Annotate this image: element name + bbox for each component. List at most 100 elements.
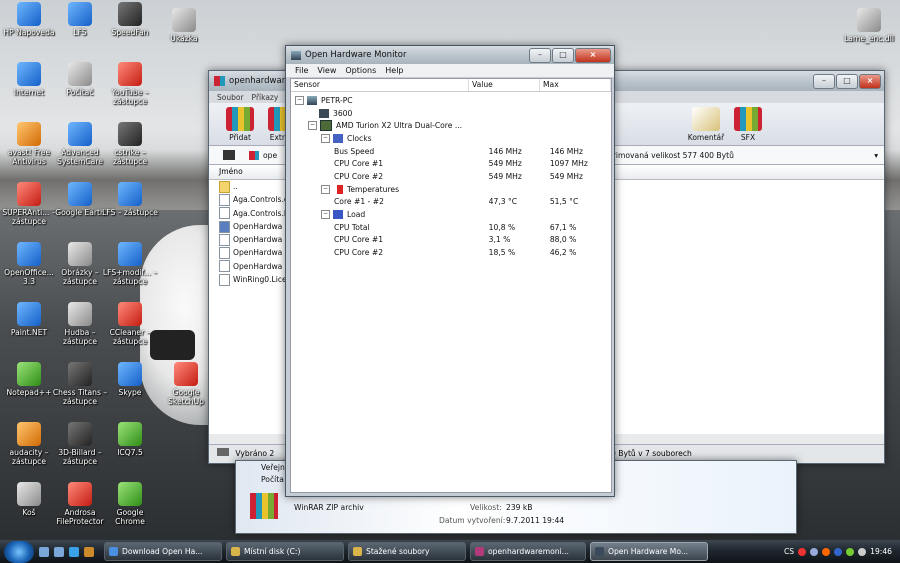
column-max[interactable]: Max: [540, 79, 611, 91]
minimize-button[interactable]: –: [529, 47, 551, 63]
sensor-row[interactable]: − Clocks: [291, 132, 611, 145]
collapse-toggle[interactable]: −: [308, 121, 317, 131]
sensor-row[interactable]: 3600: [291, 107, 611, 120]
collapse-toggle[interactable]: −: [321, 184, 330, 194]
sensor-name: CPU Core #2: [334, 248, 384, 258]
quicklaunch-switch-icon[interactable]: [54, 546, 64, 557]
tray-icon-1[interactable]: [798, 547, 807, 556]
desktop-icon[interactable]: SpeedFan: [101, 2, 159, 37]
file-icon: [219, 233, 230, 246]
sensor-name: Bus Speed: [334, 146, 375, 156]
ohm-window[interactable]: Open Hardware Monitor – □ × File View Op…: [285, 45, 615, 497]
shortcut-icon: [118, 482, 142, 506]
desktop-icon[interactable]: Koš: [0, 482, 58, 517]
clock-icon: [333, 133, 343, 143]
desktop-icon[interactable]: audacity – zástupce: [0, 422, 58, 466]
menu-help[interactable]: Help: [385, 66, 403, 75]
winrar-icon: [214, 76, 225, 86]
column-value[interactable]: Value: [469, 79, 540, 91]
sensor-row[interactable]: Bus Speed 146 MHz 146 MHz: [291, 145, 611, 158]
menu-file[interactable]: File: [295, 66, 308, 75]
desktop-icon[interactable]: Google Chrome: [101, 482, 159, 526]
file-icon: [219, 180, 230, 193]
desktop-icon-label: HP Napoveda: [3, 28, 55, 37]
desktop-icon-label: SUPERAnti... – zástupce: [2, 208, 56, 226]
desktop-icon[interactable]: Lame_enc.dll: [840, 8, 898, 43]
column-sensor[interactable]: Sensor: [291, 79, 469, 91]
taskbar-app-icon: [109, 547, 118, 556]
comment-button[interactable]: Komentář: [685, 106, 727, 142]
taskbar-button[interactable]: openhardwaremoni...: [470, 542, 586, 561]
desktop-icon[interactable]: cstrike – zástupce: [101, 122, 159, 166]
sensor-row[interactable]: − PETR-PC: [291, 94, 611, 107]
taskbar-button[interactable]: Open Hardware Mo...: [590, 542, 708, 561]
collapse-toggle[interactable]: −: [321, 210, 330, 220]
quicklaunch-folder-icon[interactable]: [84, 546, 94, 557]
up-folder-icon[interactable]: [223, 150, 235, 160]
sensor-row[interactable]: CPU Core #1 3,1 % 88,0 %: [291, 234, 611, 247]
ohm-title-bar[interactable]: Open Hardware Monitor – □ ×: [286, 46, 614, 64]
maximize-button[interactable]: □: [836, 73, 858, 89]
network-icon[interactable]: [846, 547, 855, 556]
sensor-name: Core #1 - #2: [334, 197, 384, 207]
taskbar-button[interactable]: Stažené soubory: [348, 542, 466, 561]
clock[interactable]: 19:46: [870, 547, 892, 556]
sensor-row[interactable]: CPU Core #2 18,5 % 46,2 %: [291, 246, 611, 259]
sensor-row[interactable]: CPU Core #1 549 MHz 1097 MHz: [291, 157, 611, 170]
start-button[interactable]: [4, 540, 34, 563]
menu-prikazy[interactable]: Příkazy: [252, 93, 279, 102]
desktop-icon[interactable]: Notepad++: [0, 362, 58, 397]
menu-soubor[interactable]: Soubor: [217, 93, 244, 102]
add-button[interactable]: Přidat: [219, 106, 261, 142]
quicklaunch-ie-icon[interactable]: [69, 546, 79, 557]
nav-computer[interactable]: Počíta: [261, 475, 284, 484]
tray-icon-2[interactable]: [810, 547, 819, 556]
temp-icon: [333, 184, 343, 194]
desktop-icon[interactable]: Paint.NET: [0, 302, 58, 337]
desktop-icon[interactable]: ICQ7.5: [101, 422, 159, 457]
language-indicator[interactable]: CS: [784, 547, 794, 556]
taskbar-button[interactable]: Download Open Ha...: [104, 542, 222, 561]
desktop-icon-label: avast! Free Antivirus: [7, 148, 51, 166]
maximize-button[interactable]: □: [552, 47, 574, 63]
sensor-row[interactable]: − AMD Turion X2 Ultra Dual-Core ...: [291, 119, 611, 132]
desktop-icon[interactable]: Internet: [0, 62, 58, 97]
sensor-row[interactable]: Core #1 - #2 47,3 °C 51,5 °C: [291, 196, 611, 209]
collapse-toggle[interactable]: −: [321, 133, 330, 143]
desktop-icon[interactable]: CCleaner – zástupce: [101, 302, 159, 346]
minimize-button[interactable]: –: [813, 73, 835, 89]
quicklaunch-desktop-icon[interactable]: [39, 546, 49, 557]
sensor-row[interactable]: − Temperatures: [291, 183, 611, 196]
desktop-icon[interactable]: Ukázka: [155, 8, 213, 43]
collapse-toggle[interactable]: −: [295, 95, 304, 105]
desktop-icon[interactable]: Skype: [101, 362, 159, 397]
sensor-name: Load: [347, 210, 366, 220]
bluetooth-icon[interactable]: [834, 547, 843, 556]
file-name: Aga.Controls.lic: [233, 208, 293, 218]
taskbar-button[interactable]: Místní disk (C:): [226, 542, 344, 561]
sfx-button[interactable]: SFX: [727, 106, 769, 142]
sensor-row[interactable]: CPU Core #2 549 MHz 549 MHz: [291, 170, 611, 183]
menu-view[interactable]: View: [317, 66, 336, 75]
nav-public[interactable]: Veřejn: [261, 463, 285, 472]
desktop-icon[interactable]: Google SketchUp: [157, 362, 215, 406]
volume-icon[interactable]: [858, 547, 867, 556]
close-button[interactable]: ×: [575, 47, 611, 63]
desktop-icon[interactable]: OpenOffice... 3.3: [0, 242, 58, 286]
desktop-icon[interactable]: LFS – zástupce: [101, 182, 159, 217]
desktop-icon[interactable]: YouTube – zástupce: [101, 62, 159, 106]
shortcut-icon: [17, 122, 41, 146]
desktop-icon[interactable]: SUPERAnti... – zástupce: [0, 182, 58, 226]
shortcut-icon: [68, 122, 92, 146]
desktop-icon[interactable]: avast! Free Antivirus: [0, 122, 58, 166]
tray-icon-3[interactable]: [822, 547, 831, 556]
sensor-row[interactable]: − Load: [291, 208, 611, 221]
desktop-icon[interactable]: HP Napoveda: [0, 2, 58, 37]
sensor-row[interactable]: CPU Total 10,8 % 67,1 %: [291, 221, 611, 234]
chevron-down-icon[interactable]: ▾: [874, 151, 878, 160]
menu-options[interactable]: Options: [345, 66, 376, 75]
close-button[interactable]: ×: [859, 73, 881, 89]
sensor-name: CPU Core #1: [334, 235, 384, 245]
sensor-max: 549 MHz: [549, 171, 583, 181]
desktop-icon[interactable]: LFS+modif... – zástupce: [101, 242, 159, 286]
